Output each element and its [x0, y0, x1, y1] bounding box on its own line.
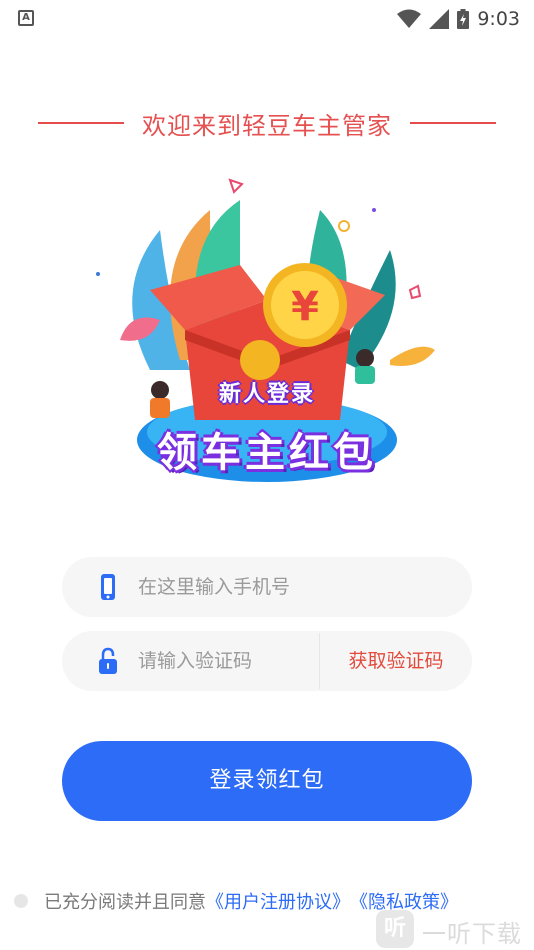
welcome-divider-right [410, 122, 496, 124]
lock-icon [99, 647, 117, 674]
verification-code-field[interactable]: 获取验证码 [62, 631, 472, 691]
phone-field[interactable] [62, 557, 472, 617]
get-code-button[interactable]: 获取验证码 [320, 631, 472, 691]
status-bar: A 9:03 [0, 0, 534, 38]
user-agreement-link[interactable]: 《用户注册协议》 [206, 888, 350, 914]
hero-title: 领车主红包 [157, 430, 377, 476]
red-packet-illustration: ¥ 新人登录 领车主红包 [90, 170, 444, 500]
agreement-checkbox[interactable] [14, 894, 28, 908]
verification-code-input[interactable] [138, 631, 308, 691]
phone-icon [101, 574, 115, 600]
status-time: 9:03 [477, 8, 520, 30]
watermark: 听 一听下载 [372, 906, 532, 950]
coin-yen-symbol: ¥ [291, 284, 319, 330]
wifi-icon [397, 9, 422, 28]
battery-charging-icon [457, 9, 470, 29]
watermark-logo: 听 [376, 910, 414, 948]
agreement-text: 已充分阅读并且同意 [44, 892, 206, 913]
watermark-text: 一听下载 [422, 920, 522, 948]
notification-a-icon: A [18, 10, 34, 26]
login-button[interactable]: 登录领红包 [62, 741, 472, 821]
status-icons: 9:03 [397, 6, 520, 32]
signal-icon [429, 9, 450, 29]
phone-input[interactable] [138, 557, 438, 617]
hero-subtitle: 新人登录 [218, 382, 315, 407]
welcome-header: 欢迎来到轻豆车主管家 [0, 104, 534, 140]
